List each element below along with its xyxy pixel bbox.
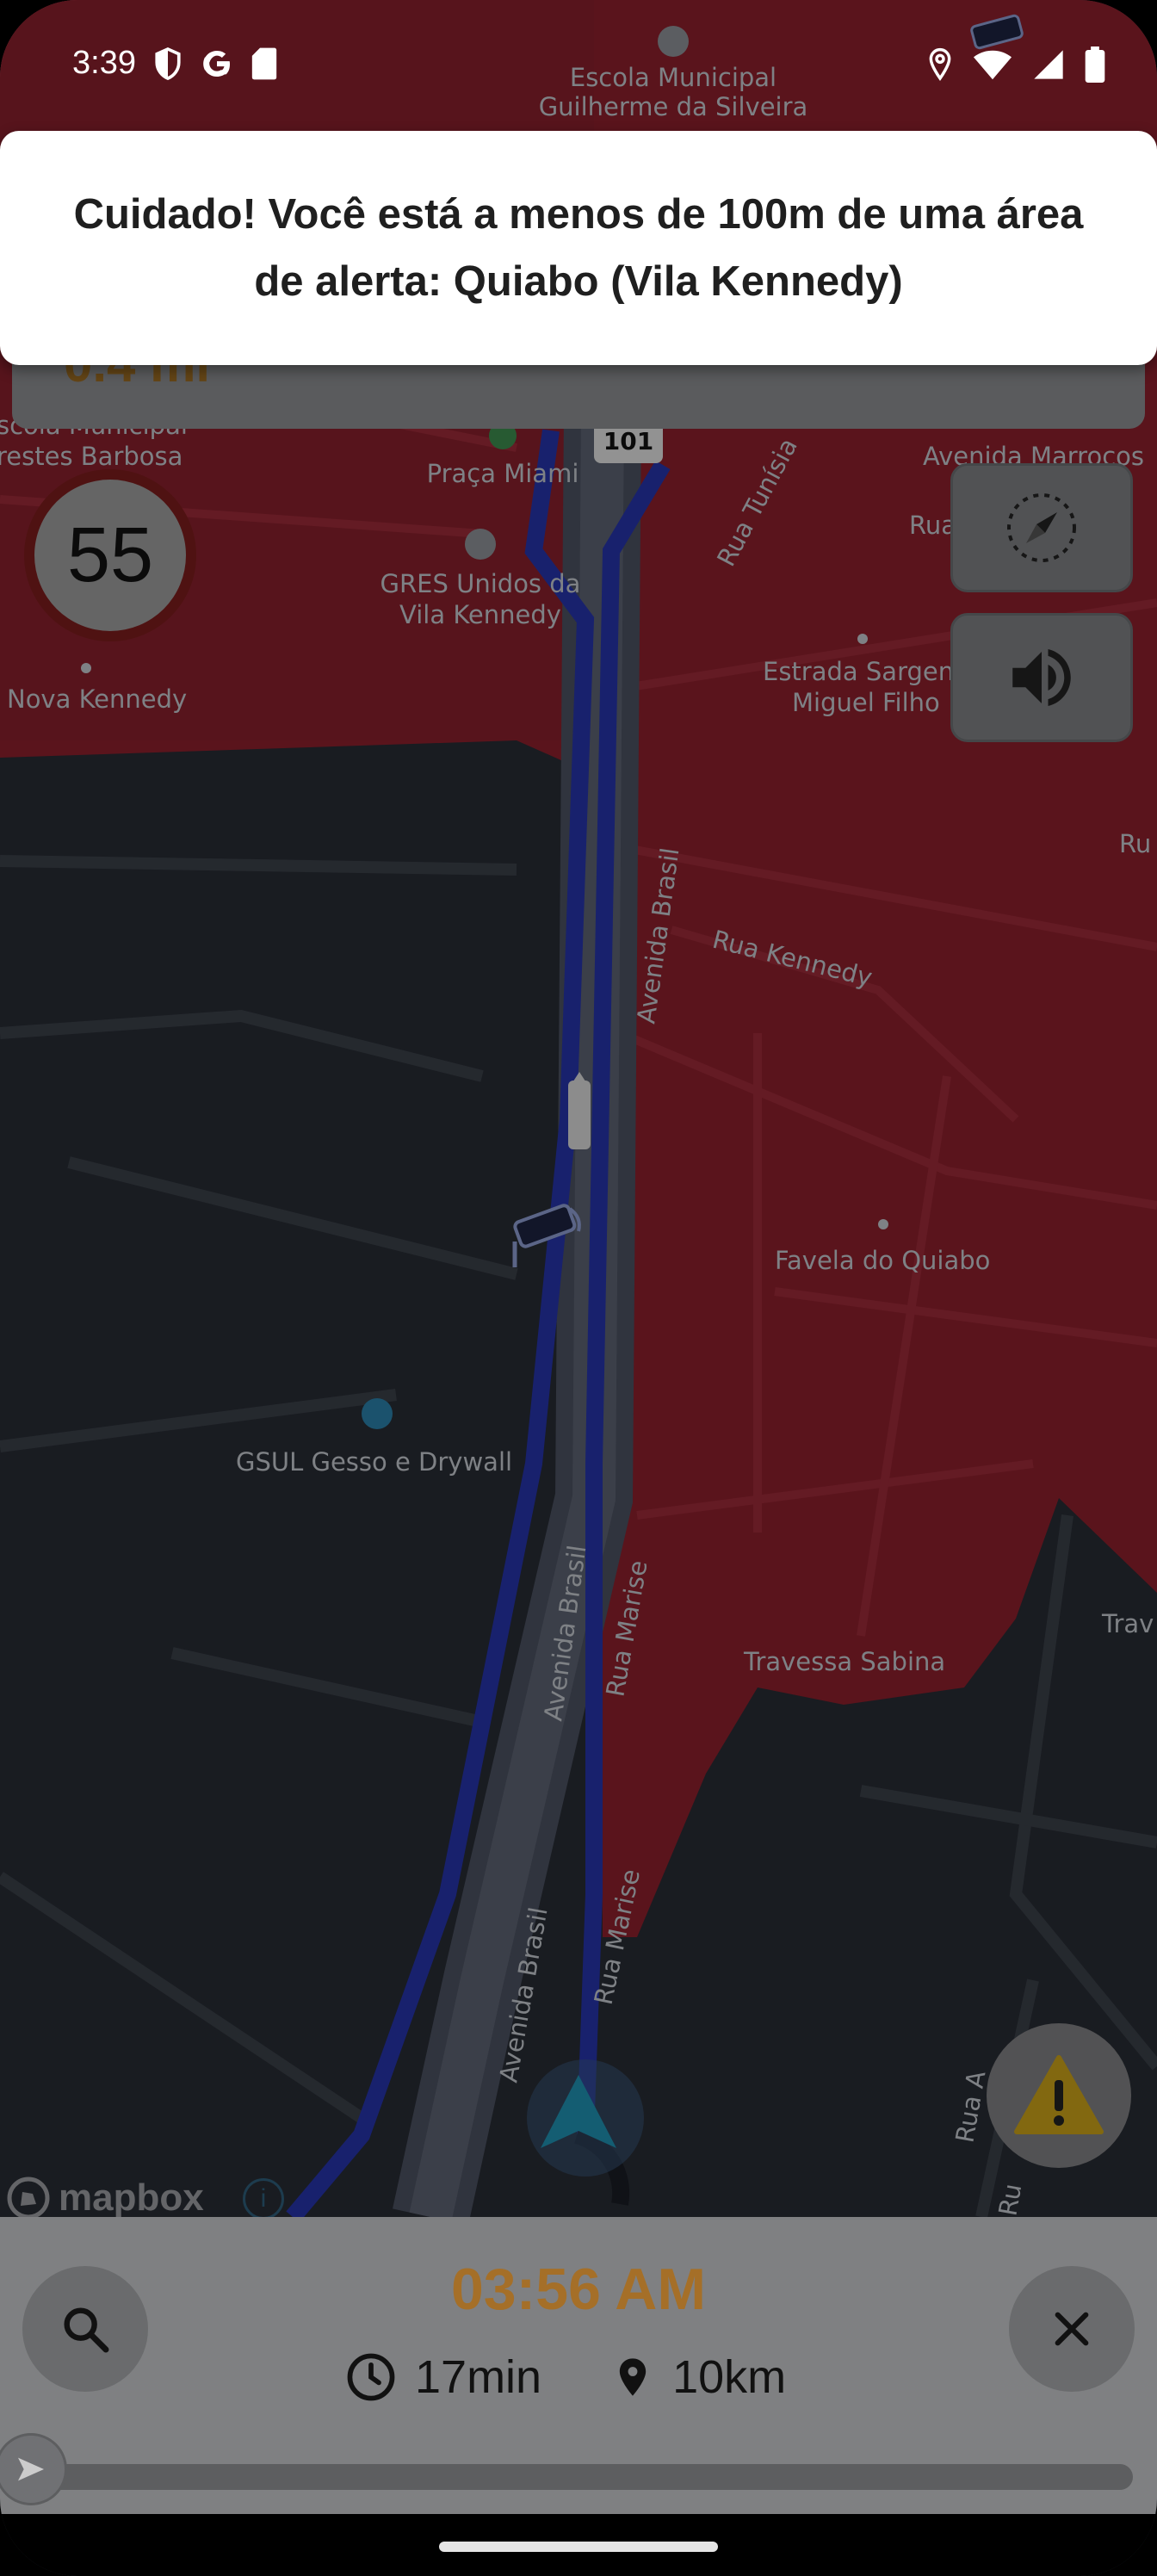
volume-button[interactable] [950,613,1133,742]
mapbox-logo-icon [7,2177,50,2220]
trip-distance: 10km [672,2351,787,2403]
alert-toast-message: Cuidado! Você está a menos de 100m de um… [73,191,1084,305]
shield-icon [155,46,181,80]
status-system-icons [926,46,1105,83]
map-label-gres-2: Vila Kennedy [399,600,561,629]
map-label-praca: Praça Miami [427,459,579,488]
signal-icon [1034,50,1063,79]
status-notification-icons [153,46,277,81]
mapbox-logo[interactable]: mapbox [7,2177,204,2220]
map-label-school-left-2: restes Barbosa [0,442,183,471]
google-g-icon [203,51,230,77]
map-label-rua-right: Rua [909,511,956,540]
map-label-trav-right: Trav [1101,1609,1154,1638]
location-pin-icon [929,47,951,81]
battery-icon [1085,46,1105,83]
mapbox-logo-text: mapbox [59,2177,204,2219]
map-label-ru-right: Ru [1119,829,1151,858]
user-location-icon [527,2059,644,2177]
trip-duration: 17min [415,2351,542,2403]
map-label-estrada-2: Miguel Filho [792,688,940,717]
eta-time: 03:56 AM [450,2257,707,2322]
map-label-favela: Favela do Quiabo [775,1246,990,1275]
map-label-ru-bottom: Ru [993,2182,1027,2219]
gres-poi-icon [465,529,496,560]
clock-icon [347,2353,395,2401]
warning-icon [1014,2055,1104,2134]
compass-button[interactable] [950,463,1133,592]
map-label-gsul: GSUL Gesso e Drywall [236,1447,512,1477]
compass-icon [1007,493,1076,562]
volume-icon [1012,649,1071,706]
map-label-nova-kennedy: Nova Kennedy [7,684,187,714]
screen: 101 Escola Municipal Guilherme da Silvei… [0,0,1157,2576]
alert-toast: Cuidado! Você está a menos de 100m de um… [0,131,1157,365]
attribution-info-button[interactable]: i [243,2178,284,2220]
trip-stats: 17min 10km [344,2350,786,2404]
wifi-icon [973,50,1012,80]
map-label-estrada: Estrada Sargento [763,657,979,686]
navigation-arrow-icon [18,2457,44,2481]
store-poi-icon [362,1398,393,1429]
home-gesture-handle[interactable] [439,2542,718,2552]
map-label-travessa-sabina: Travessa Sabina [743,1647,945,1676]
speed-limit-sign: 55 [24,469,196,641]
map-label-gres: GRES Unidos da [381,569,581,598]
report-alert-button[interactable] [987,2023,1131,2168]
speed-limit-value: 55 [34,480,186,631]
sd-card-icon [251,47,277,80]
route-shield-label: 101 [603,427,653,455]
status-time: 3:39 [72,45,136,81]
status-bar: 3:39 [0,0,1157,129]
location-pin-icon [619,2358,647,2396]
trip-progress-bar [34,2464,1133,2490]
